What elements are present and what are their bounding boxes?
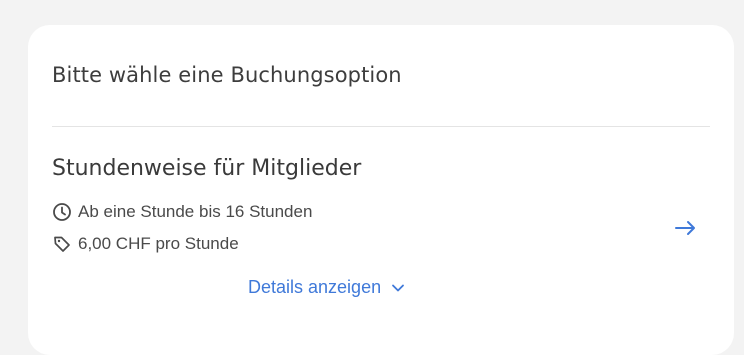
- duration-row: Ab eine Stunde bis 16 Stunden: [52, 202, 312, 222]
- card-heading: Bitte wähle eine Buchungsoption: [52, 63, 402, 87]
- details-toggle-link[interactable]: Details anzeigen: [248, 277, 405, 298]
- booking-option-hourly-members[interactable]: Stundenweise für Mitglieder Ab eine Stun…: [28, 127, 734, 355]
- booking-options-card: Bitte wähle eine Buchungsoption Stundenw…: [28, 25, 734, 355]
- arrow-right-icon[interactable]: [673, 218, 699, 238]
- duration-text: Ab eine Stunde bis 16 Stunden: [78, 202, 313, 221]
- price-text: 6,00 CHF pro Stunde: [78, 234, 239, 253]
- chevron-down-icon: [392, 284, 404, 291]
- price-row: 6,00 CHF pro Stunde: [52, 234, 239, 254]
- clock-icon: [53, 203, 71, 221]
- option-title: Stundenweise für Mitglieder: [52, 156, 362, 181]
- details-link-label: Details anzeigen: [248, 277, 382, 297]
- tag-icon: [54, 236, 70, 252]
